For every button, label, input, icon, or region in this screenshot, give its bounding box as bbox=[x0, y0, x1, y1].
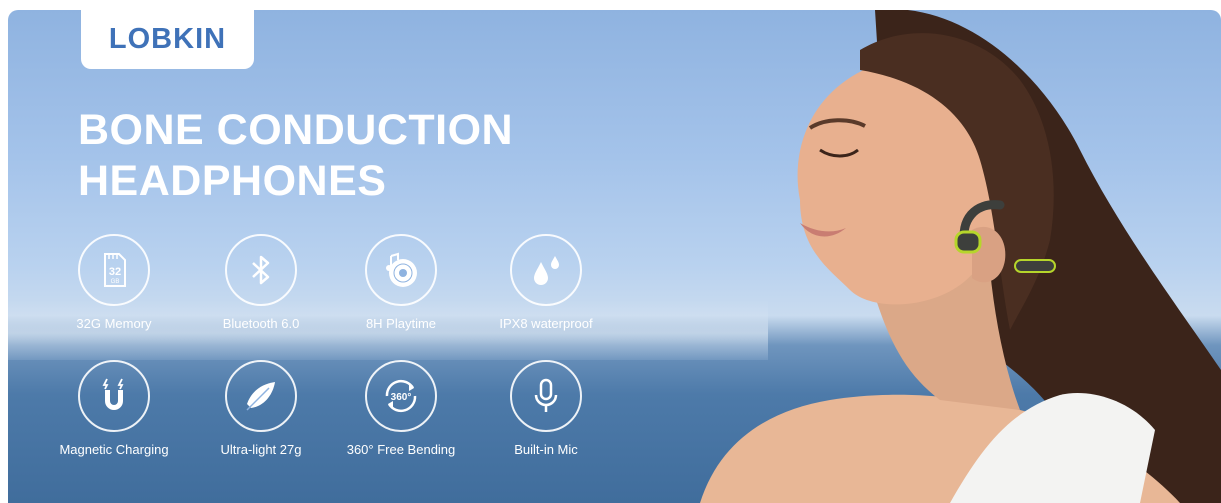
rotate-360-icon: 360° bbox=[365, 360, 437, 432]
music-disc-icon bbox=[365, 234, 437, 306]
feature-playtime: 8H Playtime bbox=[326, 234, 476, 331]
sd-card-icon: 32 GB bbox=[78, 234, 150, 306]
microphone-icon bbox=[510, 360, 582, 432]
feature-label: IPX8 waterproof bbox=[499, 316, 593, 331]
feature-label: 360° Free Bending bbox=[346, 442, 456, 457]
water-drops-icon bbox=[510, 234, 582, 306]
feature-magnetic-charging: Magnetic Charging bbox=[39, 360, 189, 457]
feature-free-bending: 360° 360° Free Bending bbox=[326, 360, 476, 457]
headline: BONE CONDUCTION HEADPHONES bbox=[78, 105, 513, 207]
brand-logo-tab: LOBKIN bbox=[81, 10, 254, 69]
rotation-degrees: 360° bbox=[391, 392, 412, 403]
feature-label: Ultra-light 27g bbox=[220, 442, 302, 457]
product-banner: LOBKIN BONE CONDUCTION HEADPHONES 32 GB … bbox=[8, 10, 1221, 503]
feature-waterproof: IPX8 waterproof bbox=[471, 234, 621, 331]
feature-label: Built-in Mic bbox=[514, 442, 578, 457]
feather-icon bbox=[225, 360, 297, 432]
feature-mic: Built-in Mic bbox=[471, 360, 621, 457]
feature-label: Magnetic Charging bbox=[59, 442, 169, 457]
headline-line-2: HEADPHONES bbox=[78, 157, 387, 205]
sd-card-capacity: 32 bbox=[109, 266, 121, 278]
feature-label: 32G Memory bbox=[76, 316, 152, 331]
bluetooth-icon bbox=[225, 234, 297, 306]
brand-logo: LOBKIN bbox=[108, 23, 227, 55]
woman-wearing-headphones bbox=[700, 10, 1221, 503]
feature-label: Bluetooth 6.0 bbox=[222, 316, 300, 331]
feature-label: 8H Playtime bbox=[365, 316, 437, 331]
headline-line-1: BONE CONDUCTION bbox=[78, 106, 514, 154]
feature-ultralight: Ultra-light 27g bbox=[186, 360, 336, 457]
sd-card-unit: GB bbox=[111, 279, 120, 285]
feature-memory: 32 GB 32G Memory bbox=[39, 234, 189, 331]
feature-bluetooth: Bluetooth 6.0 bbox=[186, 234, 336, 331]
magnet-icon bbox=[78, 360, 150, 432]
